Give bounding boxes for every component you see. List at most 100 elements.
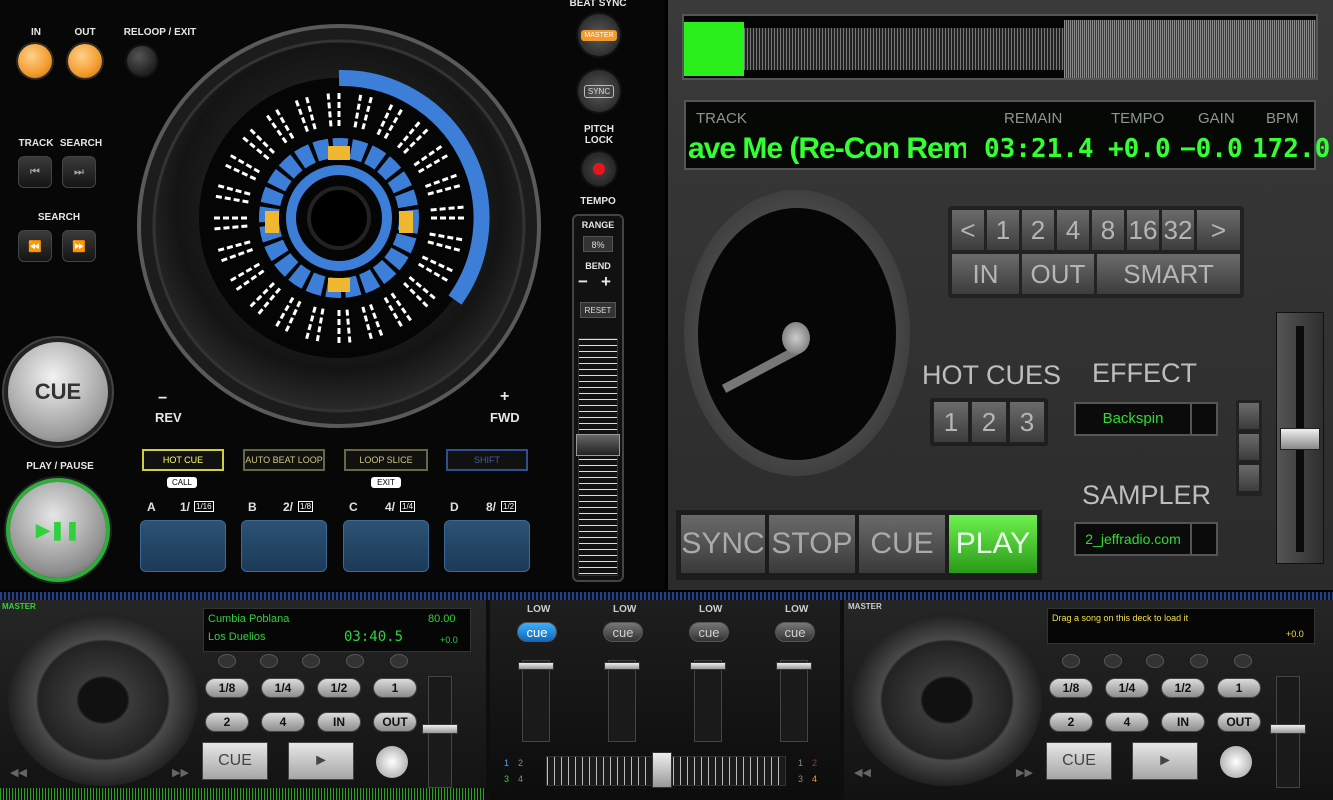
ch4-fader[interactable]: [780, 660, 808, 742]
mini-b-cue[interactable]: CUE: [1046, 742, 1112, 780]
hot-cue-1-button[interactable]: 1: [933, 401, 969, 443]
ch2-fader-handle[interactable]: [604, 662, 640, 670]
effect-dropdown-icon[interactable]: [1190, 404, 1216, 434]
mini-a-loop-2[interactable]: 2: [205, 712, 249, 732]
mini-b-dot-5[interactable]: [1234, 654, 1252, 668]
mini-a-loop-1[interactable]: 1: [373, 678, 417, 698]
loop-16-button[interactable]: 16: [1126, 209, 1160, 251]
cue-button-b[interactable]: CUE: [858, 514, 946, 574]
mini-b-sync-knob[interactable]: [1220, 746, 1252, 778]
mini-b-forward-icon[interactable]: ▶▶: [1016, 766, 1033, 779]
mini-b-loop-1[interactable]: 1: [1217, 678, 1261, 698]
bend-minus-button[interactable]: −: [578, 272, 588, 292]
mini-b-loop-1-8[interactable]: 1/8: [1049, 678, 1093, 698]
play-pause-button[interactable]: ▶❚❚: [10, 482, 106, 578]
mini-b-loop-4[interactable]: 4: [1105, 712, 1149, 732]
ch2-fader[interactable]: [608, 660, 636, 742]
sync-button[interactable]: SYNC: [578, 70, 620, 112]
range-button[interactable]: 8%: [583, 236, 613, 252]
loop-out-button-b[interactable]: OUT: [1021, 253, 1095, 295]
hot-cue-3-button[interactable]: 3: [1009, 401, 1045, 443]
mini-a-dot-4[interactable]: [346, 654, 364, 668]
reset-button[interactable]: RESET: [580, 302, 616, 318]
ch4-fader-handle[interactable]: [776, 662, 812, 670]
mini-a-rewind-icon[interactable]: ◀◀: [10, 766, 27, 779]
mini-a-dot-5[interactable]: [390, 654, 408, 668]
mini-a-cue[interactable]: CUE: [202, 742, 268, 780]
mode-shift-button[interactable]: SHIFT: [446, 449, 528, 471]
mini-a-loop-4[interactable]: 4: [261, 712, 305, 732]
pad-a[interactable]: [140, 520, 226, 572]
loop-in-button[interactable]: [18, 44, 52, 78]
mini-a-in[interactable]: IN: [317, 712, 361, 732]
mode-hot-cue-button[interactable]: HOT CUE: [142, 449, 224, 471]
ch3-cue-button[interactable]: cue: [689, 622, 729, 642]
mini-b-dot-3[interactable]: [1146, 654, 1164, 668]
pitch-lock-button[interactable]: [582, 152, 616, 186]
pad-c[interactable]: [343, 520, 429, 572]
crossfader-handle[interactable]: [652, 752, 672, 788]
pad-d[interactable]: [444, 520, 530, 572]
mini-b-loop-2[interactable]: 2: [1049, 712, 1093, 732]
mini-b-play[interactable]: ►: [1132, 742, 1198, 780]
effect-select[interactable]: Backspin: [1074, 402, 1218, 436]
mini-b-loop-1-4[interactable]: 1/4: [1105, 678, 1149, 698]
mini-b-dot-1[interactable]: [1062, 654, 1080, 668]
mini-a-loop-1-4[interactable]: 1/4: [261, 678, 305, 698]
loop-in-button-b[interactable]: IN: [951, 253, 1020, 295]
mini-a-play[interactable]: ►: [288, 742, 354, 780]
loop-out-button[interactable]: [68, 44, 102, 78]
sync-button-b[interactable]: SYNC: [680, 514, 766, 574]
track-next-button[interactable]: ⏭: [62, 156, 96, 188]
loop-prev-button[interactable]: <: [951, 209, 985, 251]
master-button[interactable]: MASTER: [578, 14, 620, 56]
jog-wheel[interactable]: [135, 22, 543, 430]
stop-button[interactable]: STOP: [768, 514, 856, 574]
mini-a-out[interactable]: OUT: [373, 712, 417, 732]
play-button[interactable]: PLAY: [948, 514, 1038, 574]
mini-a-loop-1-8[interactable]: 1/8: [205, 678, 249, 698]
pitch-slider-handle[interactable]: [1280, 428, 1320, 450]
mini-a-dot-3[interactable]: [302, 654, 320, 668]
mini-a-forward-icon[interactable]: ▶▶: [172, 766, 189, 779]
ch1-fader-handle[interactable]: [518, 662, 554, 670]
mini-a-dot-1[interactable]: [218, 654, 236, 668]
pad-b[interactable]: [241, 520, 327, 572]
loop-32-button[interactable]: 32: [1161, 209, 1195, 251]
mini-a-loop-1-2[interactable]: 1/2: [317, 678, 361, 698]
sampler-dropdown-icon[interactable]: [1190, 524, 1216, 554]
ch1-cue-button[interactable]: cue: [517, 622, 557, 642]
mode-loop-slice-button[interactable]: LOOP SLICE: [344, 449, 428, 471]
sampler-select[interactable]: 2_jeffradio.com: [1074, 522, 1218, 556]
waveform[interactable]: [682, 14, 1318, 80]
ch3-fader-handle[interactable]: [690, 662, 726, 670]
track-prev-button[interactable]: ⏮: [18, 156, 52, 188]
search-forward-button[interactable]: ⏩: [62, 230, 96, 262]
ch1-fader[interactable]: [522, 660, 550, 742]
mode-auto-beat-loop-button[interactable]: AUTO BEAT LOOP: [243, 449, 325, 471]
mini-b-rewind-icon[interactable]: ◀◀: [854, 766, 871, 779]
cue-button[interactable]: CUE: [8, 342, 108, 442]
tempo-slider-handle[interactable]: [576, 434, 620, 456]
ch3-fader[interactable]: [694, 660, 722, 742]
loop-2-button[interactable]: 2: [1021, 209, 1055, 251]
ch4-cue-button[interactable]: cue: [775, 622, 815, 642]
effect-param-2[interactable]: [1238, 433, 1260, 461]
search-back-button[interactable]: ⏪: [18, 230, 52, 262]
loop-1-button[interactable]: 1: [986, 209, 1020, 251]
mini-b-in[interactable]: IN: [1161, 712, 1205, 732]
loop-next-button[interactable]: >: [1196, 209, 1241, 251]
mini-b-pitch-handle[interactable]: [1270, 724, 1306, 734]
effect-param-3[interactable]: [1238, 464, 1260, 492]
loop-4-button[interactable]: 4: [1056, 209, 1090, 251]
smart-loop-button[interactable]: SMART: [1096, 253, 1241, 295]
mini-a-platter[interactable]: [8, 614, 198, 786]
mini-a-dot-2[interactable]: [260, 654, 278, 668]
hot-cue-2-button[interactable]: 2: [971, 401, 1007, 443]
mini-b-dot-2[interactable]: [1104, 654, 1122, 668]
mini-b-dot-4[interactable]: [1190, 654, 1208, 668]
mini-b-out[interactable]: OUT: [1217, 712, 1261, 732]
bend-plus-button[interactable]: +: [601, 272, 611, 292]
mini-a-pitch-handle[interactable]: [422, 724, 458, 734]
ch2-cue-button[interactable]: cue: [603, 622, 643, 642]
